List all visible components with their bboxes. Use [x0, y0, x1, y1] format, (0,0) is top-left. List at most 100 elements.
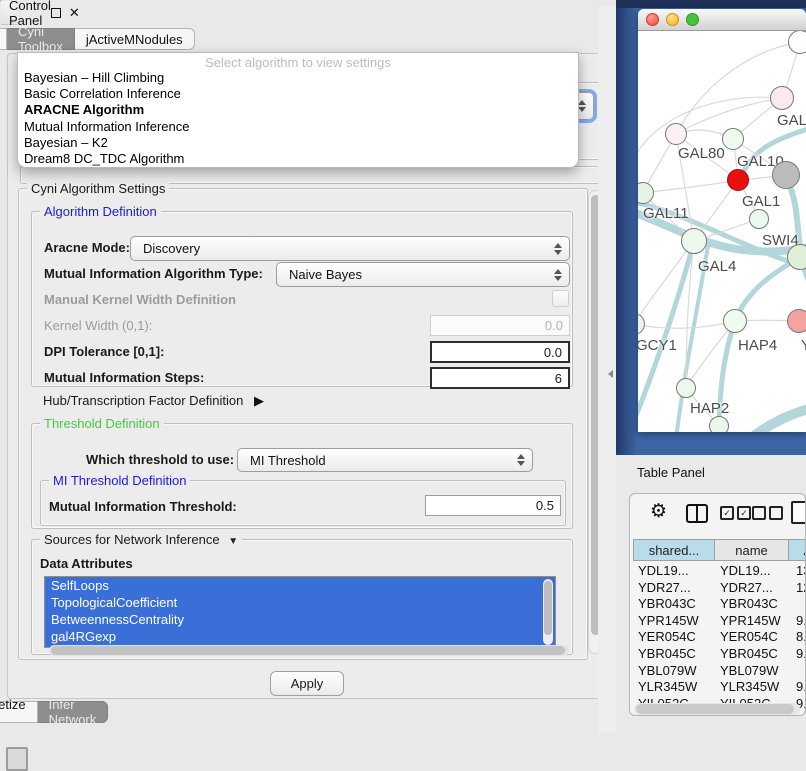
table-row[interactable]: YDL19...YDL19...13 — [633, 563, 805, 580]
network-node-gal80[interactable] — [665, 123, 687, 145]
algorithm-option-dream8-dc-tdc-algorithm[interactable]: Dream8 DC_TDC Algorithm — [18, 151, 578, 167]
collapse-panel-arrow-icon[interactable] — [608, 370, 613, 378]
node-label: GAL11 — [643, 205, 689, 222]
network-node[interactable] — [772, 161, 800, 189]
mi-type-combo[interactable]: Naive Bayes — [276, 262, 570, 287]
network-node-swi4[interactable] — [749, 209, 769, 229]
column-header-shared-[interactable]: shared... — [633, 539, 715, 561]
aracne-mode-value: Discovery — [143, 241, 200, 256]
network-edge — [638, 241, 694, 431]
column-header-name[interactable]: name — [714, 539, 789, 561]
kernel-width-input[interactable]: 0.0 — [430, 315, 570, 336]
tab-cyni-toolbox[interactable]: Cyni Toolbox — [7, 28, 75, 50]
node-label: GAL1 — [742, 193, 780, 210]
network-node-y[interactable] — [787, 309, 806, 333]
tab-jactivemnodules[interactable]: jActiveMNodules — [75, 28, 195, 50]
which-threshold-combo[interactable]: MI Threshold — [237, 448, 533, 472]
attributes-scrollbar[interactable] — [543, 579, 553, 645]
table-panel-region: Table Panel ⚙ ✓✓ shared...nameA YDL19...… — [616, 455, 806, 762]
table-hscrollbar[interactable] — [634, 703, 800, 715]
tab-label: Discretize Data — [0, 697, 26, 727]
network-canvas[interactable]: GALGAL80GAL10GAL1GAL11SWI4GAL4GCY1HAP4YH… — [638, 31, 806, 432]
gear-icon[interactable]: ⚙ — [650, 502, 667, 521]
minimized-panel-icon[interactable] — [6, 747, 28, 771]
close-traffic-light-icon[interactable] — [646, 13, 659, 26]
network-node-gal10[interactable] — [722, 128, 744, 150]
table-row[interactable]: YPR145WYPR145W9. — [633, 613, 805, 630]
algorithm-option-aracne-algorithm[interactable]: ARACNE Algorithm — [18, 102, 578, 118]
network-node-gal1[interactable] — [727, 169, 749, 191]
table-cell: YBL079W — [638, 663, 697, 678]
cyni-settings-title: Cyni Algorithm Settings — [27, 181, 169, 196]
algorithm-option-bayesian-hill-climbing[interactable]: Bayesian – Hill Climbing — [18, 70, 578, 86]
table-cell: 8. — [796, 629, 806, 644]
table-cell: YLR345W — [720, 679, 779, 694]
tab-infer-network[interactable]: Infer Network — [38, 701, 109, 723]
table-cell: 9. — [796, 646, 806, 661]
collapse-arrow-icon: ▼ — [228, 536, 238, 547]
table-row[interactable]: YDR27...YDR27...12 — [633, 580, 805, 597]
network-desktop: GALGAL80GAL10GAL1GAL11SWI4GAL4GCY1HAP4YH… — [616, 0, 806, 455]
manual-kernel-label: Manual Kernel Width Definition — [44, 292, 236, 307]
sources-title-text: Sources for Network Inference — [44, 532, 220, 547]
mi-threshold-input[interactable]: 0.5 — [425, 495, 561, 516]
mi-steps-value: 6 — [555, 371, 562, 386]
settings-hscrollbar[interactable] — [49, 645, 569, 656]
tab-select[interactable]: Select — [0, 28, 7, 50]
table-panel-title: Table Panel — [637, 465, 705, 480]
aracne-mode-combo[interactable]: Discovery — [130, 236, 570, 261]
attribute-item-selfloops[interactable]: SelfLoops — [45, 577, 555, 594]
table-row[interactable]: YBR043CYBR043C — [633, 596, 805, 613]
network-frame-titlebar[interactable] — [638, 9, 806, 31]
select-all-checks-icon[interactable]: ✓✓ — [720, 506, 751, 520]
table-cell: YBR045C — [638, 646, 696, 661]
control-panel-titlebar: Control Panel ✕ — [1, 1, 17, 25]
mi-threshold-label: Mutual Information Threshold: — [49, 499, 237, 514]
network-edge — [643, 180, 738, 193]
dpi-tolerance-label: DPI Tolerance [0,1]: — [44, 344, 164, 359]
dpi-tolerance-value: 0.0 — [544, 345, 562, 360]
algorithm-option-bayesian-k2[interactable]: Bayesian – K2 — [18, 135, 578, 151]
table-cell: 13 — [796, 563, 806, 578]
dpi-tolerance-input[interactable]: 0.0 — [430, 341, 570, 363]
network-node[interactable] — [788, 31, 806, 54]
algorithm-option-mutual-information-inference[interactable]: Mutual Information Inference — [18, 119, 578, 135]
table-row[interactable]: YBR045CYBR045C9. — [633, 646, 805, 663]
hub-definition-expander[interactable]: Hub/Transcription Factor Definition ▶ — [43, 393, 264, 409]
network-node-hap2[interactable] — [676, 378, 696, 398]
table-row[interactable]: YLR345WYLR345W9. — [633, 679, 805, 696]
sources-title[interactable]: Sources for Network Inference ▼ — [40, 532, 242, 547]
deselect-all-checks-icon[interactable] — [752, 506, 783, 520]
split-columns-icon[interactable] — [686, 504, 708, 523]
sources-group: Sources for Network Inference ▼ Data Att… — [31, 539, 573, 655]
network-node[interactable] — [787, 244, 806, 270]
node-label: HAP2 — [690, 400, 729, 417]
algorithm-option-basic-correlation-inference[interactable]: Basic Correlation Inference — [18, 86, 578, 102]
network-node-gal[interactable] — [770, 86, 794, 110]
attribute-item-topologicalcoefficient[interactable]: TopologicalCoefficient — [45, 594, 555, 611]
which-threshold-value: MI Threshold — [250, 453, 326, 468]
network-edge — [638, 241, 694, 324]
combo-stepper-icon — [554, 243, 562, 255]
mi-steps-input[interactable]: 6 — [430, 367, 570, 389]
attribute-item-gal4rgexp[interactable]: gal4RGexp — [45, 628, 555, 645]
float-window-icon[interactable] — [51, 8, 61, 18]
close-window-icon[interactable]: ✕ — [69, 6, 80, 19]
minimize-traffic-light-icon[interactable] — [666, 13, 679, 26]
table-cell: 9. — [796, 679, 806, 694]
panel-splitter[interactable] — [598, 6, 616, 732]
table-cell: YDL19... — [638, 563, 689, 578]
zoom-traffic-light-icon[interactable] — [686, 13, 699, 26]
network-node-gal4[interactable] — [681, 228, 707, 254]
document-icon[interactable] — [791, 501, 806, 524]
tab-discretize-data[interactable]: Discretize Data — [0, 701, 38, 723]
network-node[interactable] — [709, 416, 729, 432]
table-row[interactable]: YBL079WYBL079W — [633, 663, 805, 680]
network-node-hap4[interactable] — [723, 309, 747, 333]
attribute-item-betweennesscentrality[interactable]: BetweennessCentrality — [45, 611, 555, 628]
apply-button[interactable]: Apply — [270, 671, 344, 696]
table-row[interactable]: YER054CYER054C8. — [633, 629, 805, 646]
column-header-a[interactable]: A — [788, 539, 806, 561]
manual-kernel-checkbox[interactable] — [552, 290, 569, 307]
which-threshold-label: Which threshold to use: — [86, 452, 234, 467]
